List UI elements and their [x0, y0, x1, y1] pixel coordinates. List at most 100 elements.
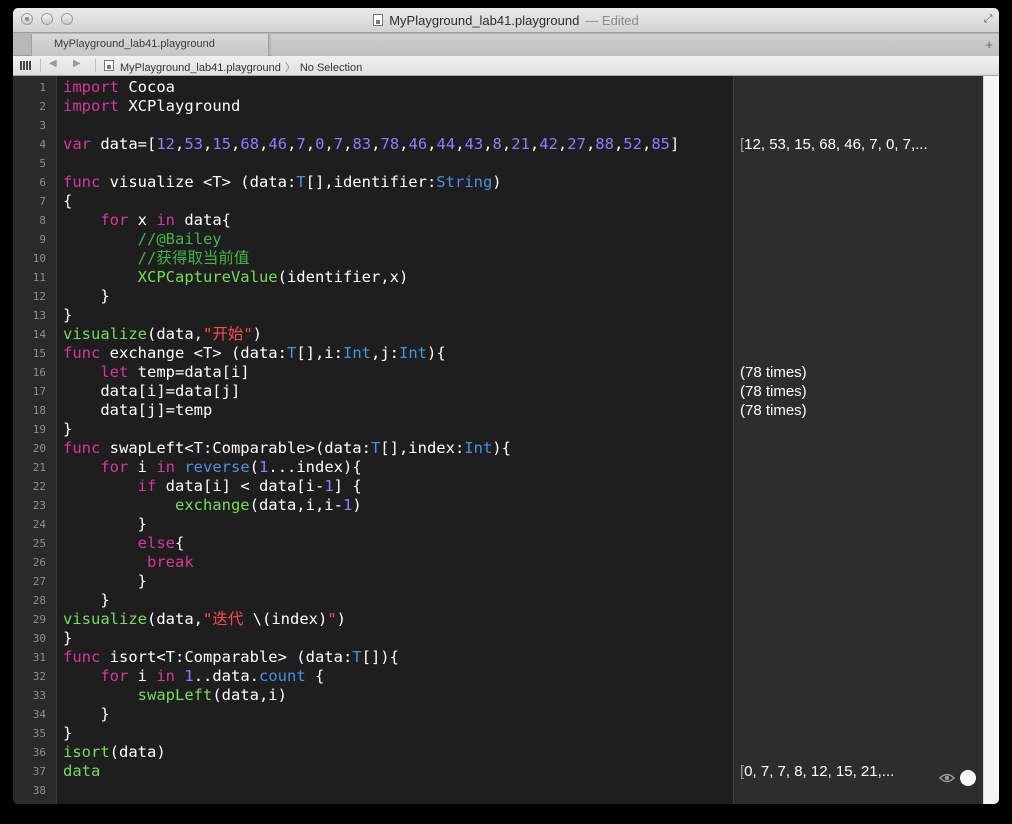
- line-number: 24: [32, 518, 46, 531]
- code-line[interactable]: import Cocoa: [63, 78, 175, 97]
- code-token: visualize <T> (data:: [100, 173, 297, 191]
- code-line[interactable]: }: [63, 572, 147, 591]
- code-line[interactable]: isort(data): [63, 743, 166, 762]
- code-token: ,j:: [370, 344, 399, 362]
- code-line[interactable]: func swapLeft<T:Comparable>(data:T[],ind…: [63, 439, 511, 458]
- code-token: temp=data[i]: [128, 363, 250, 381]
- code-token: import: [63, 97, 119, 115]
- line-number: 17: [32, 385, 46, 398]
- code-token: func: [63, 439, 101, 457]
- code-token: ,: [585, 135, 596, 153]
- code-line[interactable]: }: [63, 629, 72, 648]
- code-line[interactable]: func exchange <T> (data:T[],i:Int,j:Int)…: [63, 344, 446, 363]
- code-line[interactable]: //@Bailey: [63, 230, 222, 249]
- code-token: //获得取当前值: [63, 249, 250, 267]
- code-token: XCPCaptureValue: [137, 268, 278, 286]
- code-line[interactable]: data[j]=temp: [63, 401, 212, 420]
- result-value[interactable]: [0, 7, 7, 8, 12, 15, 21,...: [740, 762, 894, 781]
- line-number: 14: [32, 328, 46, 341]
- code-token: {: [63, 192, 73, 210]
- code-line[interactable]: }: [63, 724, 72, 743]
- code-line[interactable]: }: [63, 306, 72, 325]
- result-value[interactable]: [12, 53, 15, 68, 46, 7, 0, 7,...: [740, 135, 928, 154]
- code-line[interactable]: for i in reverse(1...index){: [63, 458, 361, 477]
- line-number: 23: [32, 499, 46, 512]
- code-line[interactable]: }: [63, 420, 72, 439]
- tab-bar-empty: [271, 34, 999, 56]
- code-line[interactable]: }: [63, 705, 109, 724]
- code-token: visualize: [63, 325, 147, 343]
- code-token: func: [63, 173, 101, 191]
- code-token: ,: [455, 135, 465, 153]
- code-token: 52: [623, 135, 642, 153]
- code-token: Int: [398, 344, 427, 362]
- code-line[interactable]: func isort<T:Comparable> (data:T[]){: [63, 648, 399, 667]
- code-token: Int: [464, 439, 493, 457]
- breadcrumb-file[interactable]: MyPlayground_lab41.playground: [120, 62, 281, 74]
- code-token: (data,i): [212, 686, 287, 704]
- code-line[interactable]: for x in data{: [63, 211, 231, 230]
- code-token: 78: [380, 135, 400, 153]
- code-token: }: [63, 591, 110, 609]
- add-tab-button[interactable]: +: [985, 34, 993, 55]
- code-line[interactable]: swapLeft(data,i): [63, 686, 287, 705]
- edited-status: — Edited: [585, 12, 639, 28]
- code-line[interactable]: }: [63, 591, 110, 610]
- result-value[interactable]: (78 times): [740, 363, 807, 382]
- code-token: 15: [212, 135, 232, 153]
- results-sidebar: [733, 76, 983, 804]
- code-line[interactable]: visualize(data,"迭代 \(index)"): [63, 610, 346, 629]
- code-line[interactable]: }: [63, 287, 109, 306]
- code-token: 83: [352, 135, 372, 153]
- code-line[interactable]: }: [63, 515, 147, 534]
- playground-window: MyPlayground_lab41.playground — Edited ⤢…: [13, 8, 999, 804]
- forward-arrow-icon[interactable]: ▶: [73, 58, 81, 69]
- code-token: 7: [333, 135, 344, 153]
- result-value[interactable]: (78 times): [740, 382, 807, 401]
- breadcrumb-selection[interactable]: No Selection: [300, 62, 362, 74]
- code-line[interactable]: break: [63, 553, 194, 572]
- vertical-scrollbar[interactable]: [983, 76, 999, 804]
- code-line[interactable]: visualize(data,"开始"): [63, 325, 262, 344]
- tab-playground[interactable]: MyPlayground_lab41.playground: [31, 34, 269, 56]
- line-number: 4: [39, 138, 46, 151]
- code-line[interactable]: {: [63, 192, 72, 211]
- result-text: 12, 53, 15, 68, 46, 7, 0, 7,...: [744, 136, 928, 153]
- back-arrow-icon[interactable]: ◀: [49, 58, 57, 69]
- code-line[interactable]: import XCPlayground: [63, 97, 240, 116]
- circle-icon[interactable]: [960, 770, 976, 786]
- result-value[interactable]: (78 times): [740, 401, 807, 420]
- eye-icon[interactable]: [939, 773, 955, 783]
- code-line[interactable]: data[i]=data[j]: [63, 382, 240, 401]
- code-line[interactable]: if data[i] < data[i-1] {: [63, 477, 362, 496]
- code-token: i: [128, 667, 157, 685]
- line-number: 10: [32, 252, 46, 265]
- line-number: 13: [32, 309, 46, 322]
- code-token: }: [63, 515, 147, 533]
- code-line[interactable]: XCPCaptureValue(identifier,x): [63, 268, 409, 287]
- code-token: for: [100, 458, 129, 476]
- line-number: 27: [32, 575, 46, 588]
- code-token: ): [492, 173, 502, 191]
- result-text: (78 times): [740, 383, 807, 400]
- code-line[interactable]: for i in 1..data.count {: [63, 667, 324, 686]
- code-line[interactable]: //获得取当前值: [63, 249, 250, 268]
- code-token: }: [63, 572, 147, 590]
- line-number: 15: [32, 347, 46, 360]
- fullscreen-icon[interactable]: ⤢: [981, 12, 995, 26]
- code-token: swapLeft<T:Comparable>(data:: [100, 439, 371, 457]
- code-line[interactable]: func visualize <T> (data:T[],identifier:…: [63, 173, 502, 192]
- code-token: let: [100, 363, 129, 381]
- code-line[interactable]: exchange(data,i,i-1): [63, 496, 362, 515]
- line-number: 38: [32, 784, 46, 797]
- code-line[interactable]: var data=[12,53,15,68,46,7,0,7,83,78,46,…: [63, 135, 679, 154]
- code-token: ,: [175, 135, 185, 153]
- jump-bar-divider: [95, 59, 96, 72]
- code-line[interactable]: data: [63, 762, 100, 781]
- breadcrumb[interactable]: MyPlayground_lab41.playground 〉 No Selecti…: [120, 59, 362, 75]
- code-line[interactable]: let temp=data[i]: [63, 363, 250, 382]
- related-items-icon[interactable]: [20, 61, 32, 70]
- code-line[interactable]: else{: [63, 534, 185, 553]
